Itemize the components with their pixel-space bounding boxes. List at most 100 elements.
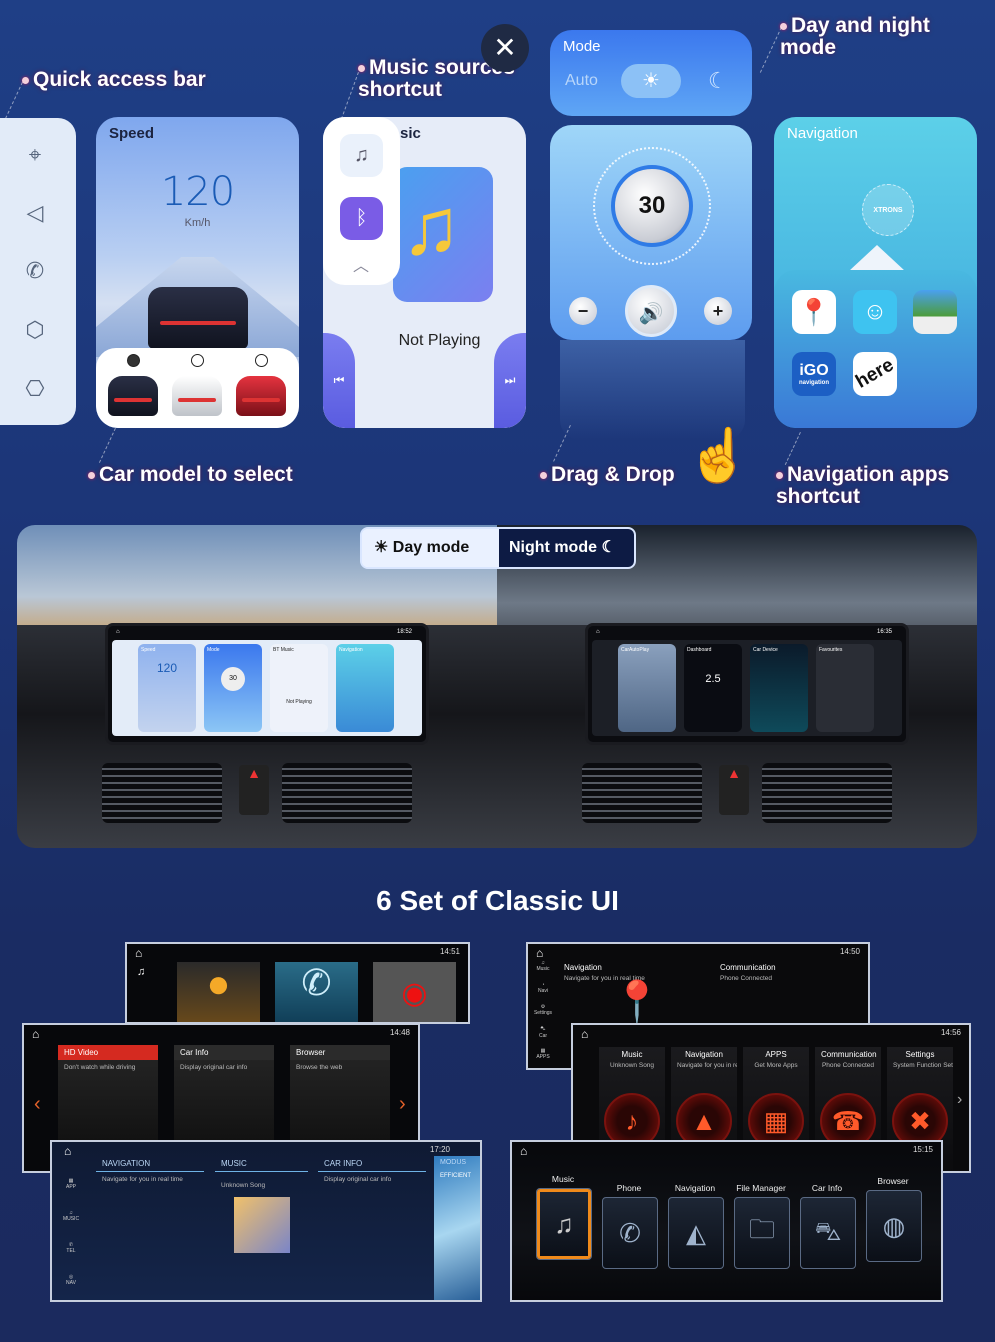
album-art	[233, 1197, 290, 1253]
navigation-tile[interactable]: ●	[177, 962, 260, 1022]
navigation-card[interactable]: Navigation XTRONS 📍 ☺ iGO navigation here	[774, 117, 977, 428]
tile-navigation[interactable]: NAVIGATION Navigate for you in real time	[96, 1156, 204, 1300]
status-bar: ⌂ 16:35	[596, 629, 896, 635]
clock: 18:52	[396, 629, 412, 635]
sygic-icon[interactable]	[913, 290, 957, 334]
home-icon[interactable]: ⌂	[32, 1027, 39, 1041]
bluetooth-icon[interactable]: ᛒ	[340, 197, 383, 240]
sun-icon[interactable]: ☀	[621, 64, 681, 98]
tile-carautoplay: CarAutoPlay	[618, 644, 676, 732]
music-tile[interactable]: ◉	[373, 962, 456, 1022]
tile-communication[interactable]: Communication Phone Connected	[714, 960, 864, 986]
speed-card[interactable]: Speed 120 Km/h	[96, 117, 299, 428]
night-mode-option[interactable]: Night mode ☾	[499, 529, 634, 567]
callout-text: Navigation apps shortcut	[776, 463, 950, 508]
hazard-button: ▲	[239, 765, 269, 815]
side-settings[interactable]: ⚙ Settings	[532, 1004, 554, 1016]
moon-icon[interactable]: ☾	[708, 68, 728, 94]
igo-label: iGO	[799, 362, 829, 379]
cube-icon[interactable]: ⬡	[22, 317, 48, 343]
tile-label: Car Device	[753, 647, 778, 653]
phone-icon[interactable]: ✆	[22, 258, 48, 284]
status-bar: ⌂ 18:52	[116, 629, 416, 635]
tile-speed-value: 120	[156, 661, 178, 675]
tile-music[interactable]: ♫	[536, 1188, 592, 1260]
tile-title: Communication	[821, 1050, 877, 1059]
tile-sub: Display original car info	[180, 1064, 248, 1071]
tile-navigation[interactable]: ◭	[668, 1197, 724, 1269]
volume-card[interactable]: 30 − 🔊 +	[550, 125, 752, 340]
igo-icon[interactable]: iGO navigation	[792, 352, 836, 396]
speaker-icon[interactable]: 🔊	[625, 285, 677, 337]
tile-title: MODUS	[440, 1159, 467, 1166]
next-track-button[interactable]: ⏭	[494, 333, 526, 428]
tile-favourites: Favourites	[816, 644, 874, 732]
clock: 14:50	[839, 947, 860, 956]
screen-body: Speed 120 Mode 30 BT Music Not Playing Navi…	[112, 640, 422, 736]
car-option-white[interactable]	[172, 376, 222, 416]
previous-track-button[interactable]: ⏮	[323, 333, 355, 428]
volume-down-button[interactable]: −	[569, 297, 597, 325]
callout-quick-access: Quick access bar	[22, 69, 206, 91]
side-nav[interactable]: ◎ NAV	[60, 1274, 82, 1286]
side-app[interactable]: ▦ APP	[60, 1178, 82, 1190]
callout-line	[340, 72, 359, 120]
chevron-up-icon[interactable]: ︿	[353, 252, 369, 276]
tile-volume-value: 30	[221, 667, 245, 691]
phone-tile[interactable]: ✆	[275, 962, 358, 1022]
side-apps[interactable]: ▦ APPS	[532, 1048, 554, 1060]
side-label: TEL	[66, 1248, 76, 1254]
side-music[interactable]: ♫ MUSIC	[60, 1210, 82, 1222]
chevron-right-icon[interactable]: ›	[399, 1093, 406, 1116]
volume-dial[interactable]: 30	[593, 147, 711, 265]
music-icon[interactable]: ♫	[137, 966, 145, 978]
mode-auto-option[interactable]: Auto	[565, 72, 598, 90]
callout-line	[5, 82, 23, 119]
side-music[interactable]: ♫ Music	[532, 960, 554, 972]
car-option-dark[interactable]	[108, 376, 158, 416]
tile-modus[interactable]: MODUS EFFICIENT	[434, 1156, 480, 1300]
navigation-arrow-icon[interactable]: ◁	[22, 200, 48, 226]
volume-up-button[interactable]: +	[704, 297, 732, 325]
location-pin-icon[interactable]: ⌖	[22, 142, 48, 168]
close-button[interactable]: ✕	[481, 24, 529, 72]
tile-browser[interactable]: ◍	[866, 1190, 922, 1262]
tile-file-manager[interactable]: 🗀	[734, 1197, 790, 1269]
day-photo: ▲ ⌂ 18:52 Speed 120 Mode 30 BT Music Not Pla…	[17, 525, 497, 848]
settings-hex-icon[interactable]: ⎔	[22, 376, 48, 402]
air-vent	[102, 763, 222, 823]
waze-icon[interactable]: ☺	[853, 290, 897, 334]
car-option-red[interactable]	[236, 376, 286, 416]
side-navi[interactable]: ◔ Navi	[532, 982, 554, 994]
tile-phone[interactable]: ✆	[602, 1197, 658, 1269]
car-radio-1[interactable]	[127, 354, 140, 367]
day-mode-option[interactable]: ☀ Day mode	[362, 529, 499, 567]
here-icon[interactable]: here	[852, 352, 897, 396]
side-label: APPS	[536, 1054, 550, 1060]
music-note-icon[interactable]: ♫	[340, 134, 383, 177]
chevron-left-icon[interactable]: ‹	[34, 1093, 41, 1116]
home-icon[interactable]: ⌂	[536, 946, 543, 960]
side-car[interactable]: ⛍ Car	[532, 1026, 554, 1039]
side-label: Car	[538, 1033, 548, 1039]
chevron-right-icon[interactable]: ›	[957, 1091, 962, 1109]
car-radio-3[interactable]	[255, 354, 268, 367]
mode-card[interactable]: Mode Auto ☀ ☾	[550, 30, 752, 116]
tile-title: Navigation	[564, 963, 602, 972]
quick-access-bar: ⌖ ◁ ✆ ⬡ ⎔	[0, 118, 76, 425]
tile-title: MUSIC	[215, 1156, 308, 1172]
callout-text: Quick access bar	[33, 68, 206, 91]
tile-car-info[interactable]: ⛍	[800, 1197, 856, 1269]
tile-car-info[interactable]: CAR INFO Display original car info	[318, 1156, 426, 1300]
side-tel[interactable]: ✆ TEL	[60, 1242, 82, 1254]
google-maps-icon[interactable]: 📍	[792, 290, 836, 334]
car-radio-2[interactable]	[191, 354, 204, 367]
tile-label: Phone	[616, 1183, 642, 1193]
tile-bt-music: BT Music Not Playing	[270, 644, 328, 732]
day-night-toggle[interactable]: ☀ Day mode Night mode ☾	[360, 527, 636, 569]
home-icon[interactable]: ⌂	[581, 1027, 588, 1041]
home-icon[interactable]: ⌂	[135, 946, 142, 960]
home-icon[interactable]: ⌂	[64, 1144, 71, 1158]
home-icon[interactable]: ⌂	[520, 1144, 527, 1158]
tile-music[interactable]: MUSIC Unknown Song	[215, 1156, 308, 1300]
